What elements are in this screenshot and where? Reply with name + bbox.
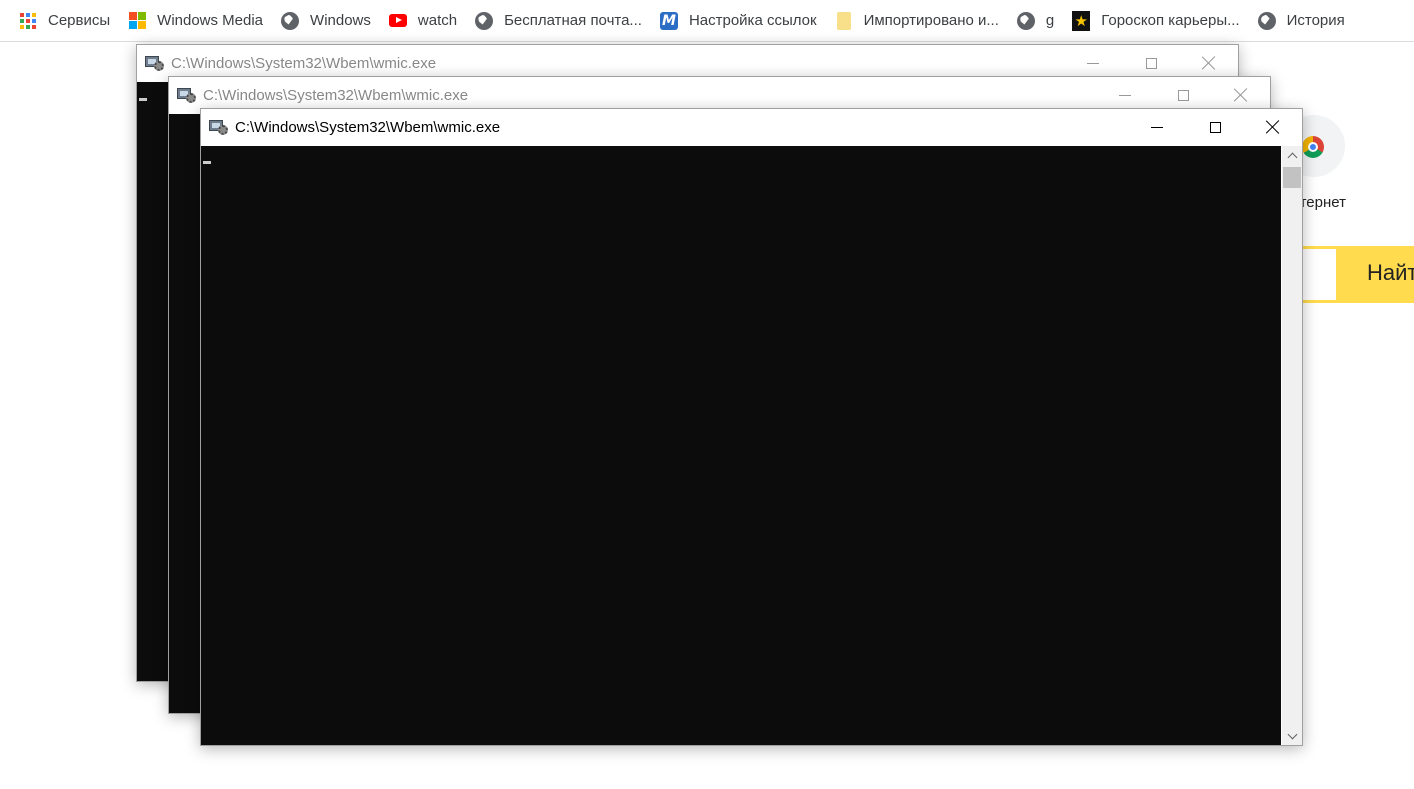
m-logo-icon: M xyxy=(659,11,678,30)
bookmarks-bar: Сервисы Windows Media Windows watch Бесп… xyxy=(0,0,1414,42)
maximize-icon xyxy=(1145,57,1157,69)
console-output[interactable] xyxy=(201,146,1281,745)
minimize-icon xyxy=(1151,126,1163,128)
globe-icon xyxy=(281,11,300,30)
minimize-button[interactable] xyxy=(1128,109,1186,145)
bookmark-label: Бесплатная почта... xyxy=(504,12,642,29)
screen: Сервисы Windows Media Windows watch Бесп… xyxy=(0,0,1414,789)
bookmark-free-mail[interactable]: Бесплатная почта... xyxy=(466,6,651,36)
bookmark-label: Сервисы xyxy=(48,12,111,29)
bookmark-windows-media[interactable]: Windows Media xyxy=(119,6,272,36)
bookmark-services[interactable]: Сервисы xyxy=(10,6,119,36)
console-window-front[interactable]: C:\Windows\System32\Wbem\wmic.exe xyxy=(200,108,1303,746)
bookmark-label: Импортировано и... xyxy=(863,12,999,29)
wmic-app-icon xyxy=(177,86,197,104)
globe-icon xyxy=(475,11,494,30)
chrome-icon xyxy=(1302,136,1324,158)
folder-icon xyxy=(835,11,853,30)
minimize-icon xyxy=(1087,62,1099,64)
bookmark-watch[interactable]: watch xyxy=(380,6,466,36)
vertical-scrollbar[interactable] xyxy=(1282,146,1302,745)
text-cursor xyxy=(139,98,147,101)
bookmark-label: История xyxy=(1286,12,1345,29)
bookmark-label: Настройка ссылок xyxy=(688,12,817,29)
apps-grid-icon xyxy=(19,12,37,30)
close-icon xyxy=(1202,56,1216,70)
maximize-button[interactable] xyxy=(1186,109,1244,145)
star-icon: ★ xyxy=(1072,10,1091,31)
bookmark-label: Windows Media xyxy=(157,12,264,29)
maximize-icon xyxy=(1177,89,1189,101)
chevron-up-icon xyxy=(1287,152,1297,162)
youtube-icon xyxy=(388,12,407,30)
bookmark-label: watch xyxy=(417,12,458,29)
window-title: C:\Windows\System32\Wbem\wmic.exe xyxy=(203,86,469,104)
globe-icon xyxy=(1016,11,1035,30)
wmic-app-icon xyxy=(145,54,165,72)
windows-logo-icon xyxy=(128,12,146,30)
maximize-icon xyxy=(1209,121,1221,133)
window-title: C:\Windows\System32\Wbem\wmic.exe xyxy=(235,118,501,136)
bookmark-windows[interactable]: Windows xyxy=(272,6,380,36)
scrollbar-thumb[interactable] xyxy=(1283,167,1301,188)
bookmark-label: Гороскоп карьеры... xyxy=(1101,12,1240,29)
window-title: C:\Windows\System32\Wbem\wmic.exe xyxy=(171,54,437,72)
scroll-up-button[interactable] xyxy=(1282,146,1302,164)
bookmark-g[interactable]: g xyxy=(1008,6,1063,36)
globe-icon xyxy=(1257,11,1276,30)
bookmark-link-settings[interactable]: M Настройка ссылок xyxy=(651,6,826,36)
bookmark-history[interactable]: История xyxy=(1249,6,1354,36)
scroll-down-button[interactable] xyxy=(1282,727,1302,745)
search-box: Найт xyxy=(1290,246,1414,303)
close-button[interactable] xyxy=(1244,109,1302,145)
chevron-down-icon xyxy=(1287,729,1297,739)
text-cursor xyxy=(203,161,211,164)
wmic-app-icon xyxy=(209,118,229,136)
search-button[interactable]: Найт xyxy=(1367,260,1414,286)
minimize-icon xyxy=(1119,94,1131,96)
bookmark-label: Windows xyxy=(310,12,371,29)
bookmark-horoscope[interactable]: ★ Гороскоп карьеры... xyxy=(1063,6,1248,36)
bookmark-imported-folder[interactable]: Импортировано и... xyxy=(826,6,1008,36)
close-icon xyxy=(1266,120,1280,134)
bookmark-label: g xyxy=(1045,12,1055,29)
close-icon xyxy=(1234,88,1248,102)
